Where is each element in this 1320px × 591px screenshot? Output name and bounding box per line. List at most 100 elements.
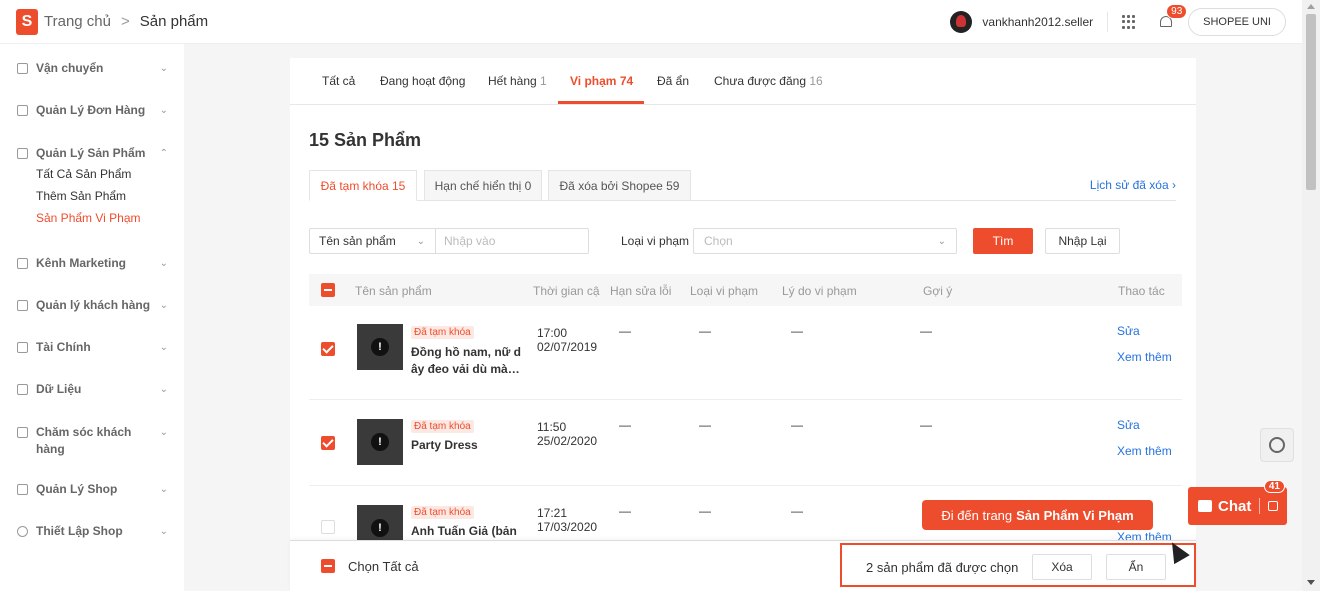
- product-name-line: Anh Tuấn Giả (bản: [411, 524, 517, 538]
- delete-button[interactable]: Xóa: [1032, 554, 1092, 580]
- row-checkbox[interactable]: [321, 342, 335, 356]
- tab-active[interactable]: Đang hoạt động: [380, 74, 465, 88]
- sidebar-item-customer-care[interactable]: Chăm sóc khách ⌄ hàng: [0, 422, 184, 456]
- chevron-right-icon: ›: [1172, 178, 1176, 192]
- violation-type-label: Loại vi phạm: [621, 234, 690, 248]
- select-all-checkbox[interactable]: [321, 559, 335, 573]
- tab-out-of-stock[interactable]: Hết hàng 1: [488, 74, 547, 88]
- sidebar-sub-add-product[interactable]: Thêm Sản Phẩm: [0, 185, 184, 207]
- chevron-down-icon: ⌄: [159, 62, 168, 74]
- tab-count: 74: [619, 74, 634, 88]
- marketing-icon: [17, 257, 28, 269]
- violation-page-tooltip[interactable]: Đi đến trang Sản Phẩm Vi Phạm: [922, 500, 1153, 530]
- sidebar-item-customers[interactable]: Quản lý khách hàng ⌄: [0, 295, 184, 315]
- sidebar-label: hàng: [36, 442, 65, 456]
- scroll-up-arrow-icon[interactable]: [1307, 4, 1315, 9]
- tab-all[interactable]: Tất cả: [322, 74, 355, 88]
- breadcrumb-separator: >: [120, 13, 130, 30]
- minimize-icon[interactable]: [1268, 501, 1279, 511]
- customer-care-icon: [17, 426, 28, 438]
- header-divider: [1107, 12, 1109, 32]
- status-badge: Đã tạm khóa: [411, 420, 474, 433]
- chevron-down-icon: ⌄: [159, 299, 168, 311]
- breadcrumb-home[interactable]: Trang chủ: [44, 13, 111, 30]
- sidebar-label: Quản lý khách hàng: [36, 298, 151, 312]
- row-checkbox[interactable]: [321, 436, 335, 450]
- page-scrollbar[interactable]: [1302, 0, 1320, 591]
- product-thumbnail[interactable]: !: [357, 324, 403, 370]
- th-product-name: Tên sản phẩm: [355, 284, 432, 298]
- fix-deadline-value: —: [619, 324, 631, 338]
- tooltip-text: Đi đến trang: [941, 507, 1013, 523]
- chat-label: Chat: [1218, 497, 1252, 515]
- th-violation-reason: Lý do vi phạm: [782, 284, 857, 298]
- scroll-down-arrow-icon[interactable]: [1307, 580, 1315, 585]
- view-more-link[interactable]: Xem thêm: [1117, 444, 1172, 458]
- sidebar-item-products[interactable]: Quản Lý Sản Phẩm ⌃ Tất Cả Sản Phẩm Thêm S…: [0, 143, 184, 229]
- notification-bell-icon[interactable]: 93: [1158, 4, 1188, 30]
- selected-actions-box: 2 sản phẩm đã được chọn Xóa Ẩn: [840, 543, 1196, 587]
- user-avatar[interactable]: [950, 11, 973, 33]
- sidebar-item-shipping[interactable]: Vận chuyển ⌄: [0, 58, 184, 78]
- edit-link[interactable]: Sửa: [1117, 324, 1140, 338]
- sidebar-item-finance[interactable]: Tài Chính ⌄: [0, 337, 184, 357]
- chevron-down-icon: ⌄: [159, 257, 168, 269]
- gear-icon: [17, 525, 28, 537]
- chat-badge: 41: [1263, 480, 1285, 493]
- product-name[interactable]: Party Dress: [411, 437, 521, 454]
- th-updated-time: Thời gian cậ: [533, 284, 600, 298]
- subtab-restricted[interactable]: Hạn chế hiển thị 0: [424, 170, 542, 201]
- subtab-locked[interactable]: Đã tạm khóa 15: [309, 170, 417, 201]
- hide-button[interactable]: Ẩn: [1106, 554, 1166, 580]
- shopee-uni-button[interactable]: SHOPEE UNI: [1188, 8, 1286, 36]
- chevron-down-icon: ⌄: [416, 235, 425, 247]
- shipping-icon: [17, 62, 28, 74]
- reset-button[interactable]: Nhập Lại: [1045, 228, 1120, 254]
- select-all-label[interactable]: Chọn Tất cả: [348, 559, 419, 574]
- violation-type-value: —: [699, 324, 711, 338]
- product-name[interactable]: Đồng hồ nam, nữ d ây đeo vải dù mà…: [411, 344, 521, 378]
- username[interactable]: vankhanh2012.seller: [982, 15, 1093, 29]
- scroll-thumb[interactable]: [1306, 14, 1316, 190]
- sidebar-item-settings[interactable]: Thiết Lập Shop ⌄: [0, 521, 184, 541]
- product-thumbnail[interactable]: !: [357, 505, 403, 540]
- shopee-logo-icon[interactable]: S: [16, 8, 38, 35]
- subtab-deleted-by-shopee[interactable]: Đã xóa bởi Shopee 59: [548, 170, 691, 201]
- header-select-checkbox[interactable]: [321, 283, 335, 297]
- tab-hidden[interactable]: Đã ẩn: [657, 74, 689, 88]
- chart-icon: [17, 383, 28, 395]
- product-thumbnail[interactable]: !: [357, 419, 403, 465]
- tab-unpublished[interactable]: Chưa được đăng 16: [714, 74, 823, 88]
- help-button[interactable]: [1260, 428, 1294, 462]
- time-value: 11:50: [537, 420, 567, 434]
- sidebar-item-data[interactable]: Dữ Liệu ⌄: [0, 379, 184, 399]
- apps-grid-icon[interactable]: [1122, 15, 1136, 29]
- updated-time: 11:50 25/02/2020: [537, 420, 597, 448]
- suggestion-value: —: [920, 324, 932, 338]
- search-button[interactable]: Tìm: [973, 228, 1033, 254]
- violation-type-select[interactable]: Chọn ⌄: [693, 228, 957, 254]
- sidebar-sub-all-products[interactable]: Tất Cả Sản Phẩm: [0, 163, 184, 185]
- search-input[interactable]: [444, 234, 574, 248]
- search-field-select[interactable]: Tên sản phẩm ⌄: [310, 229, 436, 253]
- deletion-history-link[interactable]: Lịch sử đã xóa ›: [1090, 178, 1176, 192]
- chevron-down-icon: ⌄: [159, 483, 168, 495]
- edit-link[interactable]: Sửa: [1117, 418, 1140, 432]
- sidebar-item-marketing[interactable]: Kênh Marketing ⌄: [0, 253, 184, 273]
- sidebar-sub-violations[interactable]: Sản Phẩm Vi Phạm: [0, 207, 184, 229]
- chat-divider: [1259, 498, 1261, 514]
- th-fix-deadline: Hạn sửa lỗi: [610, 284, 672, 298]
- violation-reason-value: —: [791, 504, 803, 518]
- tab-label: Đã ẩn: [657, 74, 690, 88]
- row-checkbox[interactable]: [321, 520, 335, 534]
- sidebar-item-orders[interactable]: Quản Lý Đơn Hàng ⌄: [0, 100, 184, 120]
- sidebar-item-shop[interactable]: Quản Lý Shop ⌄: [0, 479, 184, 499]
- view-more-link[interactable]: Xem thêm: [1117, 350, 1172, 364]
- product-name[interactable]: Anh Tuấn Giả (bản: [411, 523, 521, 540]
- violation-type-value: —: [699, 418, 711, 432]
- violation-subtabs: Đã tạm khóa 15 Hạn chế hiển thị 0 Đã xóa…: [309, 170, 1176, 201]
- tab-violations[interactable]: Vi phạm 74: [570, 74, 633, 88]
- violation-reason-value: —: [791, 418, 803, 432]
- chat-button[interactable]: Chat 41: [1188, 480, 1287, 525]
- tab-label: Vi phạm: [570, 74, 617, 88]
